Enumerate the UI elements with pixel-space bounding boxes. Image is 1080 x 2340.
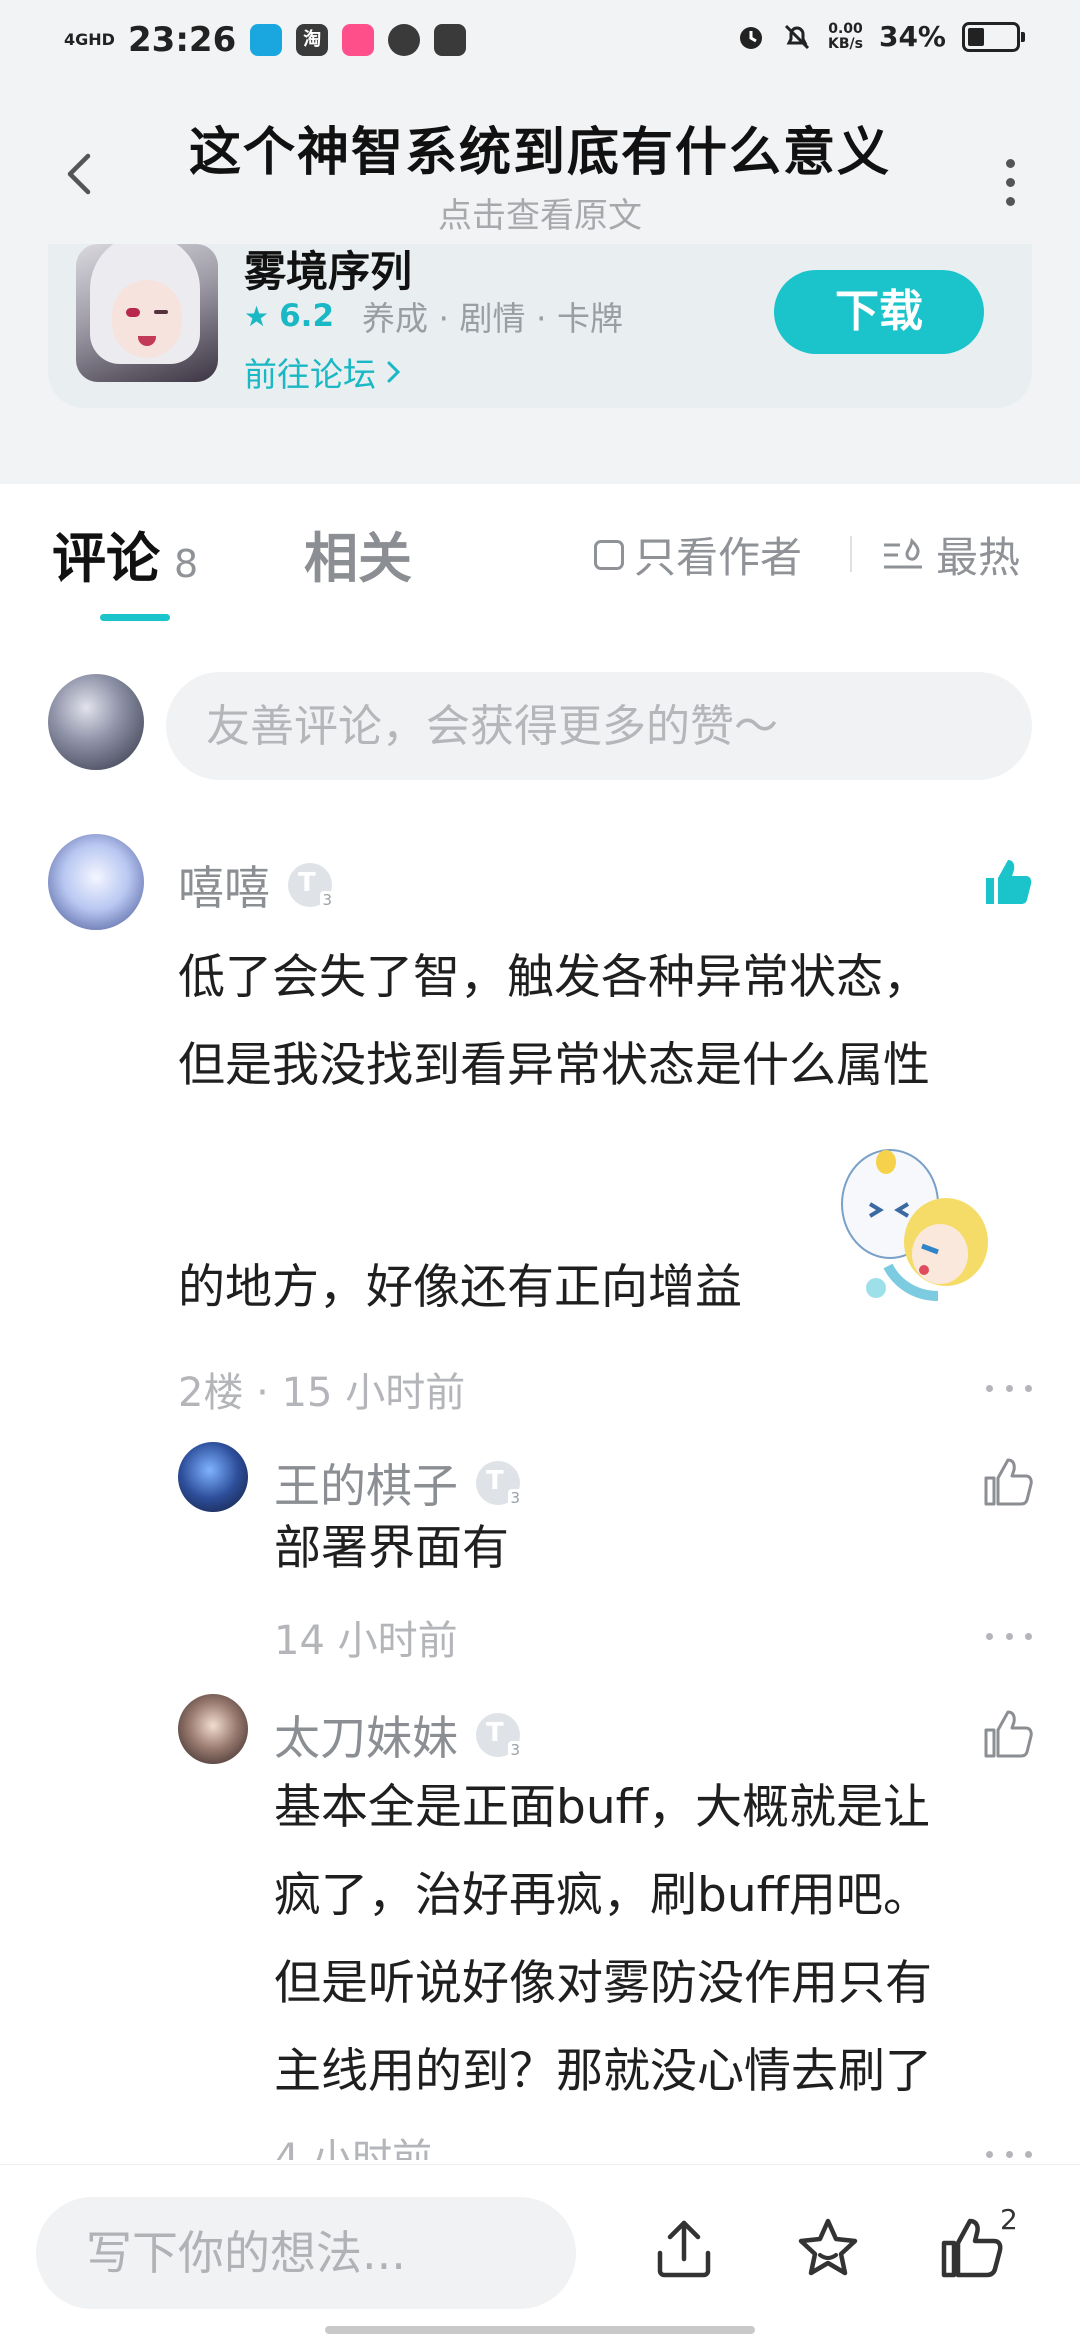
- comment-text-line: 但是我没找到看异常状态是什么属性: [178, 1038, 930, 1093]
- reply-text-line: 但是听说好像对雾防没作用只有: [274, 1956, 932, 2011]
- dot-icon: [1005, 158, 1015, 168]
- taobao-icon: 淘: [296, 24, 329, 56]
- reply-item: 太刀妹妹 基本全是正面buff，大概就是让 疯了，治好再疯，刷buff用吧。 但…: [0, 1680, 1080, 2160]
- reply-text-line: 疯了，治好再疯，刷buff用吧。: [274, 1868, 931, 1923]
- thumbs-up-filled-icon[interactable]: [980, 854, 1036, 910]
- tab-comments-label: 评论: [52, 527, 160, 590]
- game-meta: ★ 6.2 养成 · 剧情 · 卡牌: [244, 292, 623, 340]
- reply-text-line: 基本全是正面buff，大概就是让: [274, 1780, 931, 1835]
- like-count-badge: 2: [1000, 2203, 1018, 2236]
- app-notification-icon: [250, 24, 283, 56]
- tab-comments[interactable]: 评论 8: [52, 514, 198, 593]
- reply-meta: 4 小时前: [274, 2136, 433, 2160]
- avatar[interactable]: [178, 1442, 248, 1512]
- battery-icon: [962, 21, 1025, 52]
- game-rating: 6.2: [279, 298, 335, 334]
- alarm-icon: [740, 26, 762, 49]
- reply-author[interactable]: 王的棋子: [274, 1450, 522, 1516]
- reply-item: 王的棋子 部署界面有 14 小时前: [0, 1430, 1080, 1664]
- share-icon[interactable]: [648, 2213, 720, 2285]
- speed-unit: KB/s: [828, 35, 863, 52]
- level-badge-icon: [476, 1461, 522, 1507]
- chevron-right-icon: [387, 361, 401, 383]
- avatar[interactable]: [48, 674, 144, 770]
- status-right: 0.00 KB/s 34%: [736, 20, 1025, 53]
- game-card[interactable]: 雾境序列 ★ 6.2 养成 · 剧情 · 卡牌 前往论坛 下载: [48, 244, 1032, 408]
- tab-related[interactable]: 相关: [304, 514, 412, 593]
- comment-meta: 2楼 · 15 小时前: [178, 1370, 466, 1416]
- forum-link[interactable]: 前往论坛: [244, 348, 404, 396]
- comment-item: 嘻嘻 低了会失了智，触发各种异常状态， 但是我没找到看异常状态是什么属性 的地方…: [0, 830, 1080, 1430]
- divider: [850, 536, 852, 572]
- comment-composer: [0, 660, 1080, 780]
- clock: 23:26: [128, 20, 237, 60]
- active-tab-indicator: [100, 614, 170, 621]
- dot-icon: [1005, 177, 1015, 187]
- bottom-action-bar: 写下你的想法... 2: [0, 2164, 1080, 2340]
- game-icon[interactable]: [76, 244, 218, 382]
- reply-more-button[interactable]: [986, 2144, 1032, 2160]
- comment-input[interactable]: [166, 672, 1032, 780]
- game-name[interactable]: 雾境序列: [244, 244, 412, 299]
- sticker-image: [841, 1149, 988, 1301]
- thumbs-up-icon[interactable]: [980, 1706, 1036, 1762]
- star-icon: ★: [244, 299, 270, 333]
- avatar[interactable]: [178, 1694, 248, 1764]
- sort-icon: [884, 537, 922, 568]
- comment-text-line: 的地方，好像还有正向增益: [178, 1260, 742, 1315]
- author-name: 王的棋子: [274, 1459, 458, 1513]
- author-name: 太刀妹妹: [274, 1711, 458, 1765]
- thumbs-up-icon[interactable]: [936, 2213, 1008, 2285]
- reply-input[interactable]: 写下你的想法...: [36, 2197, 576, 2309]
- thumbs-up-icon[interactable]: [980, 1454, 1036, 1510]
- status-bar: 4GHD 23:26 淘 0.00 KB/s 34%: [0, 0, 1080, 84]
- reply-author[interactable]: 太刀妹妹: [274, 1702, 522, 1768]
- avatar[interactable]: [48, 834, 144, 930]
- reply-more-button[interactable]: [986, 1626, 1032, 1646]
- network-speed: 0.00 KB/s: [828, 20, 863, 52]
- reply-meta: 14 小时前: [274, 1618, 458, 1664]
- download-button[interactable]: 下载: [774, 270, 984, 354]
- network-indicator: 4GHD: [64, 30, 115, 49]
- speed-value: 0.00: [828, 20, 863, 37]
- reply-text: 部署界面有: [274, 1521, 509, 1576]
- forum-link-label: 前往论坛: [244, 355, 376, 394]
- sort-label: 最热: [936, 533, 1021, 582]
- status-left: 4GHD 23:26 淘: [64, 20, 467, 60]
- comment-more-button[interactable]: [986, 1378, 1032, 1398]
- app-notification-icon: [388, 24, 421, 56]
- sort-button[interactable]: 最热: [882, 524, 1020, 585]
- checkbox-icon: [594, 539, 624, 570]
- level-badge-icon: [288, 863, 334, 909]
- only-author-toggle[interactable]: 只看作者: [594, 524, 802, 585]
- comment-tabs: 评论 8 相关 只看作者 最热: [0, 484, 1080, 634]
- comment-count: 8: [174, 542, 199, 586]
- app-notification-icon: [434, 24, 467, 56]
- game-tags: 养成 · 剧情 · 卡牌: [362, 299, 623, 338]
- only-author-label: 只看作者: [634, 533, 803, 582]
- comment-author[interactable]: 嘻嘻: [178, 852, 334, 918]
- battery-fill: [968, 27, 984, 46]
- more-options-button[interactable]: [990, 142, 1030, 222]
- app-notification-icon: [342, 24, 375, 56]
- battery-percent: 34%: [878, 20, 946, 53]
- reply-text-line: 主线用的到？那就没心情去刷了: [274, 2044, 932, 2099]
- post-title: 这个神智系统到底有什么意义: [188, 123, 891, 183]
- dot-icon: [1005, 196, 1015, 206]
- comment-text-line: 低了会失了智，触发各种异常状态，: [178, 950, 930, 1005]
- star-favorite-icon[interactable]: [792, 2213, 864, 2285]
- level-badge-icon: [476, 1713, 522, 1759]
- post-header: 这个神智系统到底有什么意义 点击查看原文 雾境序列 ★ 6.2 养成 · 剧情 …: [0, 84, 1080, 484]
- home-indicator[interactable]: [325, 2326, 755, 2334]
- mute-bell-icon: [784, 24, 810, 49]
- view-original-link[interactable]: 点击查看原文: [0, 188, 1080, 237]
- author-name: 嘻嘻: [178, 861, 270, 915]
